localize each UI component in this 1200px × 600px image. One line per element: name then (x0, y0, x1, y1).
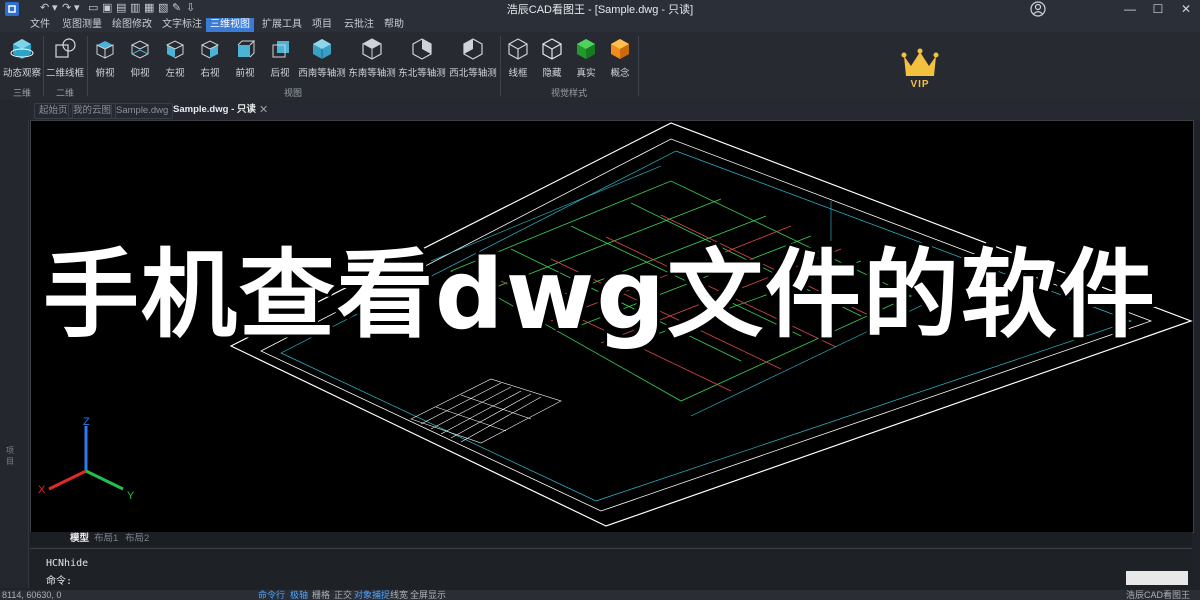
tab-model[interactable]: 模型 (70, 532, 89, 546)
cube-nw-iso-icon (463, 38, 483, 60)
orbit-icon (10, 39, 34, 59)
tab-sample-dwg[interactable]: Sample.dwg (111, 103, 174, 119)
cube-sw-iso-icon (313, 39, 331, 59)
command-panel: HCNhide 命令: (30, 548, 1192, 589)
2d-wireframe-button[interactable]: 二维线框 (45, 34, 85, 82)
command-history: HCNhide (46, 558, 89, 569)
menu-view-measure[interactable]: 览图测量 (58, 18, 106, 32)
user-account-icon[interactable] (1029, 0, 1047, 18)
ucs-y-label: Y (127, 490, 135, 502)
realistic-style-button[interactable]: 真实 (570, 34, 602, 82)
menu-extensions[interactable]: 扩展工具 (258, 18, 306, 32)
cube-back-icon (272, 41, 289, 58)
nw-isometric-button[interactable]: 西北等轴测 (448, 34, 498, 82)
cube-ne-iso-icon (412, 38, 432, 60)
title-bar: ↶ ▾ ↷ ▾ ▭ ▣ ▤ ▥ ▦ ▧ ✎ ⇩ 浩辰CAD看图王 - [Samp… (0, 0, 1200, 18)
status-bar: 8114, 60630, 0 命令行 极轴 栅格 正交 对象捕捉 线宽 全屏显示… (0, 590, 1200, 600)
right-view-button[interactable]: 右视 (193, 34, 227, 82)
conceptual-cube-icon (611, 39, 629, 59)
maximize-button[interactable]: ☐ (1144, 0, 1172, 18)
tab-layout1[interactable]: 布局1 (94, 532, 118, 546)
command-input-box[interactable] (1126, 571, 1188, 585)
ribbon-separator (638, 36, 639, 96)
dynamic-orbit-button[interactable]: 动态观察 (2, 34, 42, 82)
wireframe-style-button[interactable]: 线框 (502, 34, 534, 82)
vip-badge[interactable]: VIP (898, 46, 942, 92)
menu-cloud-annotation[interactable]: 云批注 (340, 18, 378, 32)
tab-layout2[interactable]: 布局2 (125, 532, 149, 546)
menu-text-dimension[interactable]: 文字标注 (158, 18, 206, 32)
left-view-button[interactable]: 左视 (158, 34, 192, 82)
command-prompt[interactable]: 命令: (46, 572, 72, 587)
cube-se-iso-icon (362, 38, 382, 60)
ribbon-separator (43, 36, 44, 96)
toggle-grid[interactable]: 栅格 (312, 590, 330, 600)
ne-isometric-button[interactable]: 东北等轴测 (398, 34, 446, 82)
conceptual-style-button[interactable]: 概念 (604, 34, 636, 82)
toggle-ortho[interactable]: 正交 (334, 590, 352, 600)
vip-label: VIP (910, 79, 930, 90)
hidden-style-button[interactable]: 隐藏 (536, 34, 568, 82)
menu-help[interactable]: 帮助 (380, 18, 408, 32)
tab-start-page[interactable]: 起始页 (34, 103, 73, 119)
tab-sample-dwg-readonly[interactable]: Sample.dwg - 只读 (169, 103, 260, 117)
group-label-2d: 二维 (55, 88, 74, 98)
ucs-z-label: Z (83, 416, 90, 428)
layout-tabs: 模型 布局1 布局2 (30, 532, 1192, 546)
document-tabs: 起始页 我的云图 Sample.dwg Sample.dwg - 只读 ✕ (28, 100, 1200, 120)
group-label-views: 视图 (283, 88, 302, 98)
wireframe-style-icon (508, 38, 528, 60)
cube-top-icon (96, 41, 114, 59)
ucs-icon: Z X Y (38, 416, 135, 502)
cube-bottom-icon (130, 40, 150, 59)
window-title: 浩辰CAD看图王 - [Sample.dwg - 只读] (506, 4, 694, 16)
tab-my-cloud[interactable]: 我的云图 (68, 103, 117, 119)
close-tab-icon[interactable]: ✕ (259, 103, 268, 116)
ribbon: 动态观察 二维线框 俯视 仰视 左视 右视 前视 后视 西南等轴测 东南等轴测 … (0, 32, 1200, 101)
back-view-button[interactable]: 后视 (263, 34, 297, 82)
bottom-view-button[interactable]: 仰视 (123, 34, 157, 82)
cursor-coordinates: 8114, 60630, 0 (2, 590, 62, 600)
toggle-fullscreen[interactable]: 全屏显示 (410, 590, 446, 600)
sw-isometric-button[interactable]: 西南等轴测 (298, 34, 346, 82)
cube-right-icon (200, 40, 220, 59)
group-label-visual-styles: 视觉样式 (550, 88, 587, 98)
status-app-name: 浩辰CAD看图王 (1126, 590, 1191, 600)
title-table (410, 378, 562, 444)
cube-front-icon (237, 40, 256, 58)
menu-draw-modify[interactable]: 绘图修改 (108, 18, 156, 32)
toggle-lineweight[interactable]: 线宽 (390, 590, 408, 600)
menu-file[interactable]: 文件 (26, 18, 54, 32)
wireframe-2d-icon (55, 38, 76, 58)
group-label-3d: 三维 (12, 88, 31, 98)
ucs-x-label: X (38, 484, 46, 496)
toggle-command-line[interactable]: 命令行 (258, 590, 285, 600)
ribbon-separator (500, 36, 501, 96)
front-view-button[interactable]: 前视 (228, 34, 262, 82)
menu-3d-view[interactable]: 三维视图 (206, 18, 254, 32)
minimize-button[interactable]: — (1116, 0, 1144, 18)
toggle-object-snap[interactable]: 对象捕捉 (354, 590, 390, 600)
close-button[interactable]: ✕ (1172, 0, 1200, 18)
side-tab-project[interactable]: 项目 (6, 445, 16, 467)
se-isometric-button[interactable]: 东南等轴测 (348, 34, 396, 82)
menu-project[interactable]: 项目 (308, 18, 336, 32)
toggle-polar[interactable]: 极轴 (290, 590, 308, 600)
headline-overlay: 手机查看dwg文件的软件 (40, 238, 1158, 353)
hidden-style-icon (542, 38, 562, 60)
top-view-button[interactable]: 俯视 (88, 34, 122, 82)
menu-bar: 文件 览图测量 绘图修改 文字标注 三维视图 扩展工具 项目 云批注 帮助 (0, 18, 1200, 32)
cube-left-icon (165, 40, 185, 59)
realistic-cube-icon (577, 39, 595, 59)
